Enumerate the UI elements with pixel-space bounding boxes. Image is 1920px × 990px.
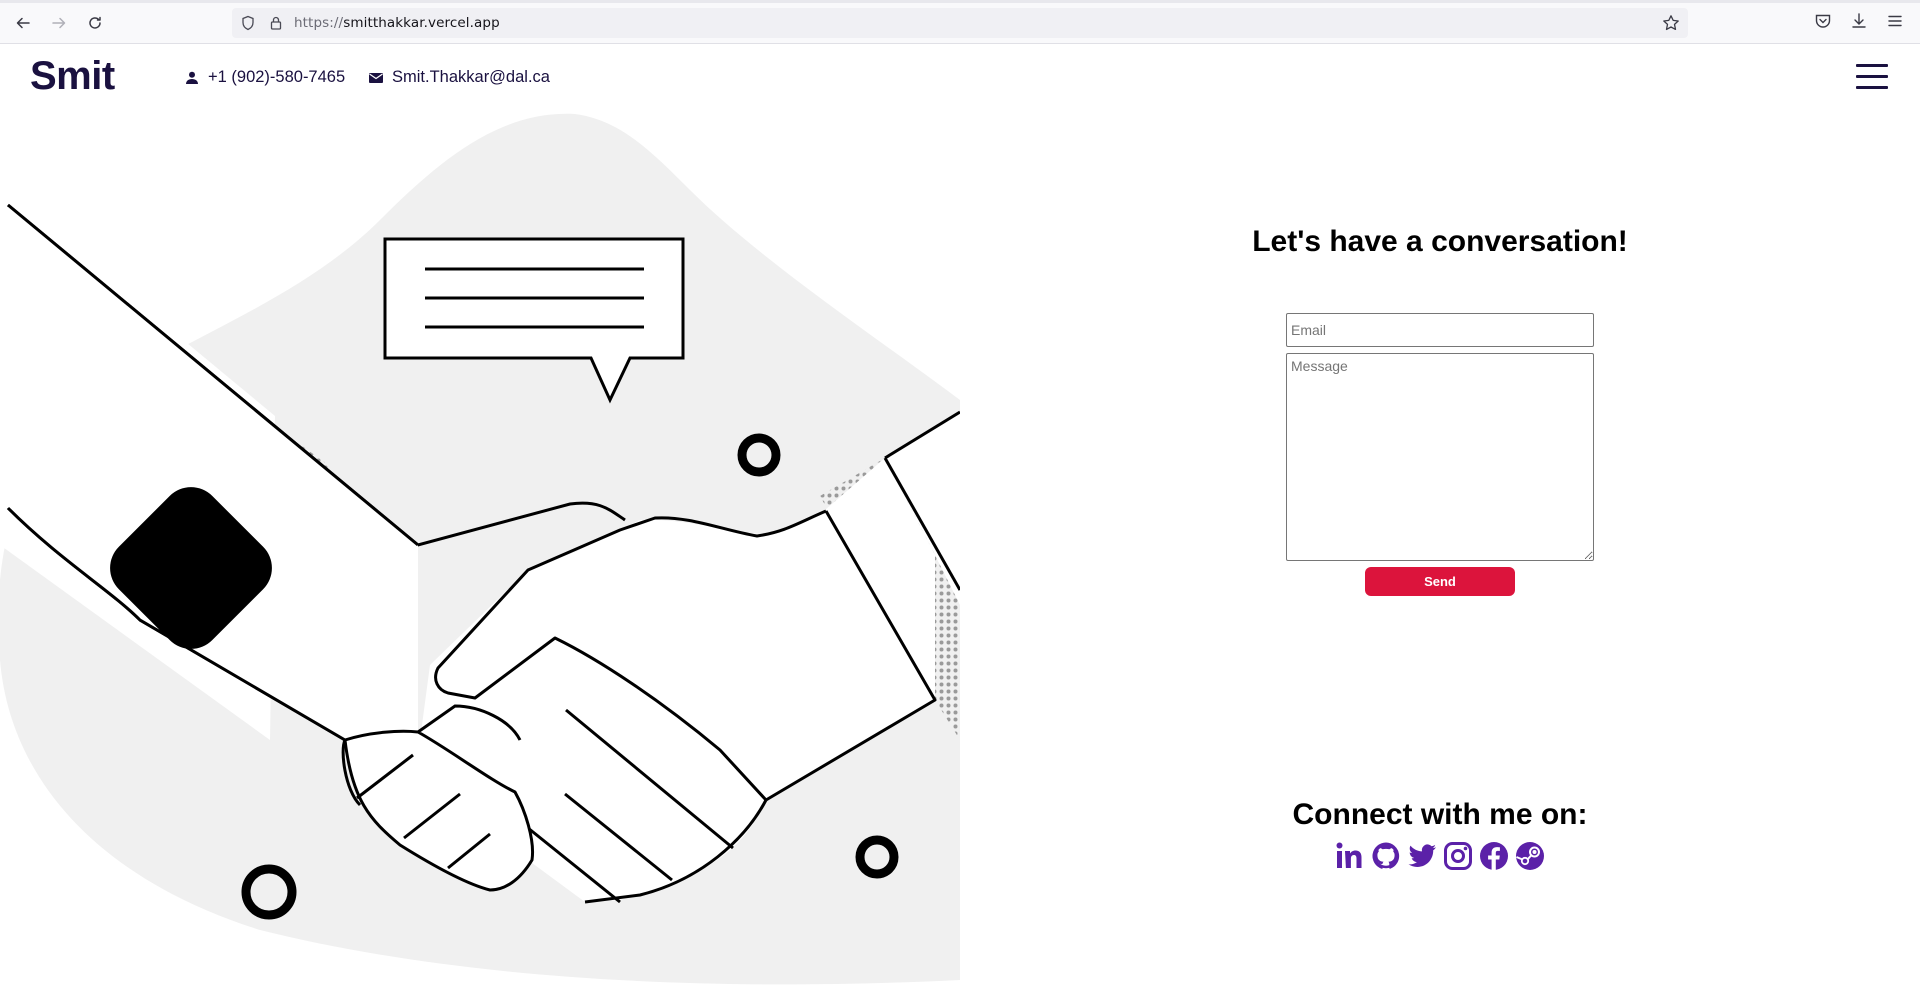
github-link[interactable] [1370, 840, 1402, 872]
twitter-link[interactable] [1406, 840, 1438, 872]
message-field[interactable] [1286, 353, 1594, 561]
forward-button[interactable] [48, 12, 70, 34]
form-title: Let's have a conversation! [1252, 225, 1628, 258]
steam-icon [1516, 842, 1544, 870]
download-icon [1852, 13, 1866, 28]
facebook-icon [1480, 842, 1508, 870]
reload-icon [89, 16, 101, 29]
facebook-link[interactable] [1478, 840, 1510, 872]
reload-button[interactable] [84, 12, 106, 34]
downloads-button[interactable] [1850, 12, 1870, 32]
hamburger-menu-button[interactable] [1856, 64, 1888, 92]
linkedin-link[interactable] [1334, 840, 1366, 872]
browser-toolbar: https://smitthakkar.vercel.app [0, 0, 1920, 44]
social-links [1330, 840, 1550, 876]
email-address: Smit.Thakkar@dal.ca [392, 68, 550, 86]
pocket-icon [1815, 14, 1831, 28]
tab-strip [0, 0, 1920, 3]
email-contact[interactable]: Smit.Thakkar@dal.ca [368, 68, 550, 87]
address-bar[interactable]: https://smitthakkar.vercel.app [232, 8, 1688, 38]
bookmark-star-icon[interactable] [1662, 14, 1680, 32]
url-scheme: https:// [294, 15, 344, 31]
arrow-right-icon [52, 17, 66, 29]
steam-link[interactable] [1514, 840, 1546, 872]
handshake-illustration [0, 113, 960, 985]
hamburger-line [1856, 75, 1888, 78]
url-host: smitthakkar.vercel.app [343, 15, 500, 31]
menu-icon [1888, 15, 1902, 27]
github-icon [1372, 842, 1400, 869]
phone-contact[interactable]: +1 (902)-580-7465 [184, 68, 345, 87]
phone-number: +1 (902)-580-7465 [208, 68, 346, 86]
site-logo[interactable]: Smit [30, 54, 115, 99]
twitter-icon [1408, 844, 1436, 867]
back-button[interactable] [12, 12, 34, 34]
email-field[interactable] [1286, 313, 1594, 347]
arrow-left-icon [16, 17, 30, 29]
person-icon [186, 71, 198, 84]
mail-icon [369, 72, 383, 83]
pocket-button[interactable] [1814, 12, 1834, 32]
send-button[interactable]: Send [1365, 567, 1515, 596]
shield-icon[interactable] [240, 15, 256, 31]
instagram-icon [1444, 842, 1472, 870]
url-text[interactable]: https://smitthakkar.vercel.app [294, 15, 500, 31]
hamburger-line [1856, 64, 1888, 67]
lock-icon[interactable] [268, 15, 284, 31]
app-menu-button[interactable] [1886, 12, 1906, 32]
instagram-link[interactable] [1442, 840, 1474, 872]
connect-title: Connect with me on: [1292, 798, 1588, 831]
linkedin-icon [1336, 842, 1362, 868]
hamburger-line [1856, 86, 1888, 89]
